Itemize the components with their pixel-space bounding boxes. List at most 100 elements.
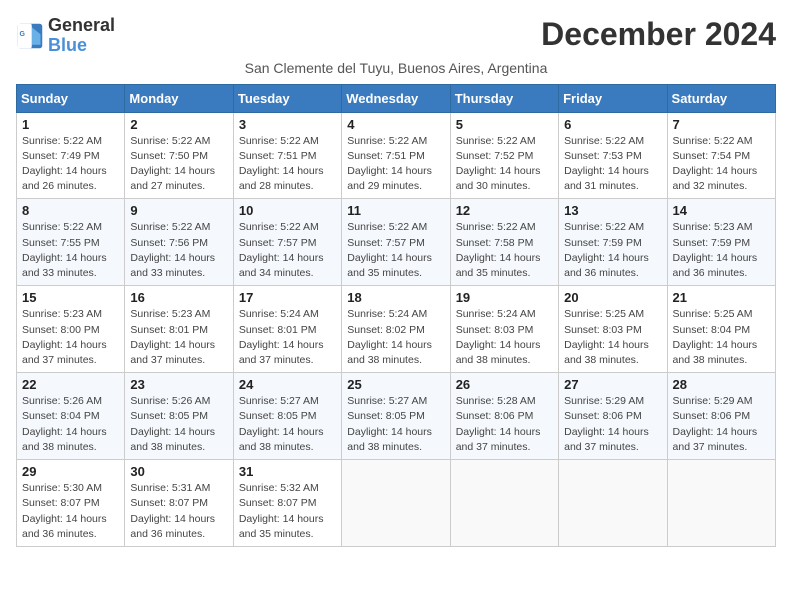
day-detail: Sunrise: 5:26 AMSunset: 8:04 PMDaylight:… [22,395,107,453]
day-number: 25 [347,377,444,392]
day-number: 1 [22,117,119,132]
col-tuesday: Tuesday [233,84,341,112]
table-row [342,460,450,547]
day-number: 7 [673,117,770,132]
day-detail: Sunrise: 5:22 AMSunset: 7:54 PMDaylight:… [673,135,758,193]
logo-text-general: General [48,16,115,36]
col-wednesday: Wednesday [342,84,450,112]
table-row [667,460,775,547]
table-row: 2 Sunrise: 5:22 AMSunset: 7:50 PMDayligh… [125,112,233,199]
day-number: 20 [564,290,661,305]
day-detail: Sunrise: 5:32 AMSunset: 8:07 PMDaylight:… [239,482,324,540]
day-detail: Sunrise: 5:29 AMSunset: 8:06 PMDaylight:… [564,395,649,453]
day-number: 16 [130,290,227,305]
table-row: 16 Sunrise: 5:23 AMSunset: 8:01 PMDaylig… [125,286,233,373]
day-number: 6 [564,117,661,132]
day-number: 10 [239,203,336,218]
day-detail: Sunrise: 5:22 AMSunset: 7:57 PMDaylight:… [347,221,432,279]
day-detail: Sunrise: 5:23 AMSunset: 7:59 PMDaylight:… [673,221,758,279]
day-detail: Sunrise: 5:25 AMSunset: 8:03 PMDaylight:… [564,308,649,366]
svg-text:G: G [20,31,26,38]
month-title: December 2024 [541,16,776,53]
day-number: 30 [130,464,227,479]
day-number: 14 [673,203,770,218]
day-detail: Sunrise: 5:22 AMSunset: 7:56 PMDaylight:… [130,221,215,279]
table-row [559,460,667,547]
calendar-table: Sunday Monday Tuesday Wednesday Thursday… [16,84,776,547]
day-detail: Sunrise: 5:25 AMSunset: 8:04 PMDaylight:… [673,308,758,366]
day-detail: Sunrise: 5:22 AMSunset: 7:59 PMDaylight:… [564,221,649,279]
table-row: 10 Sunrise: 5:22 AMSunset: 7:57 PMDaylig… [233,199,341,286]
table-row: 30 Sunrise: 5:31 AMSunset: 8:07 PMDaylig… [125,460,233,547]
table-row: 23 Sunrise: 5:26 AMSunset: 8:05 PMDaylig… [125,373,233,460]
calendar-week-row: 1 Sunrise: 5:22 AMSunset: 7:49 PMDayligh… [17,112,776,199]
table-row: 25 Sunrise: 5:27 AMSunset: 8:05 PMDaylig… [342,373,450,460]
table-row: 28 Sunrise: 5:29 AMSunset: 8:06 PMDaylig… [667,373,775,460]
day-detail: Sunrise: 5:22 AMSunset: 7:53 PMDaylight:… [564,135,649,193]
table-row: 9 Sunrise: 5:22 AMSunset: 7:56 PMDayligh… [125,199,233,286]
col-monday: Monday [125,84,233,112]
table-row: 4 Sunrise: 5:22 AMSunset: 7:51 PMDayligh… [342,112,450,199]
day-detail: Sunrise: 5:29 AMSunset: 8:06 PMDaylight:… [673,395,758,453]
table-row: 17 Sunrise: 5:24 AMSunset: 8:01 PMDaylig… [233,286,341,373]
calendar-week-row: 15 Sunrise: 5:23 AMSunset: 8:00 PMDaylig… [17,286,776,373]
table-row: 19 Sunrise: 5:24 AMSunset: 8:03 PMDaylig… [450,286,558,373]
col-sunday: Sunday [17,84,125,112]
table-row [450,460,558,547]
day-number: 15 [22,290,119,305]
day-number: 9 [130,203,227,218]
table-row: 15 Sunrise: 5:23 AMSunset: 8:00 PMDaylig… [17,286,125,373]
logo-text-blue: Blue [48,36,115,56]
table-row: 13 Sunrise: 5:22 AMSunset: 7:59 PMDaylig… [559,199,667,286]
day-number: 3 [239,117,336,132]
table-row: 7 Sunrise: 5:22 AMSunset: 7:54 PMDayligh… [667,112,775,199]
day-detail: Sunrise: 5:27 AMSunset: 8:05 PMDaylight:… [347,395,432,453]
table-row: 1 Sunrise: 5:22 AMSunset: 7:49 PMDayligh… [17,112,125,199]
table-row: 20 Sunrise: 5:25 AMSunset: 8:03 PMDaylig… [559,286,667,373]
day-detail: Sunrise: 5:23 AMSunset: 8:00 PMDaylight:… [22,308,107,366]
day-detail: Sunrise: 5:22 AMSunset: 7:52 PMDaylight:… [456,135,541,193]
day-number: 2 [130,117,227,132]
day-number: 27 [564,377,661,392]
day-detail: Sunrise: 5:31 AMSunset: 8:07 PMDaylight:… [130,482,215,540]
day-detail: Sunrise: 5:28 AMSunset: 8:06 PMDaylight:… [456,395,541,453]
table-row: 14 Sunrise: 5:23 AMSunset: 7:59 PMDaylig… [667,199,775,286]
day-detail: Sunrise: 5:22 AMSunset: 7:50 PMDaylight:… [130,135,215,193]
table-row: 11 Sunrise: 5:22 AMSunset: 7:57 PMDaylig… [342,199,450,286]
table-row: 6 Sunrise: 5:22 AMSunset: 7:53 PMDayligh… [559,112,667,199]
day-detail: Sunrise: 5:24 AMSunset: 8:01 PMDaylight:… [239,308,324,366]
day-detail: Sunrise: 5:22 AMSunset: 7:51 PMDaylight:… [347,135,432,193]
day-number: 17 [239,290,336,305]
col-thursday: Thursday [450,84,558,112]
col-friday: Friday [559,84,667,112]
logo: G General Blue [16,16,115,56]
header-row: Sunday Monday Tuesday Wednesday Thursday… [17,84,776,112]
day-detail: Sunrise: 5:22 AMSunset: 7:58 PMDaylight:… [456,221,541,279]
day-detail: Sunrise: 5:24 AMSunset: 8:03 PMDaylight:… [456,308,541,366]
day-number: 21 [673,290,770,305]
day-number: 24 [239,377,336,392]
day-detail: Sunrise: 5:23 AMSunset: 8:01 PMDaylight:… [130,308,215,366]
day-number: 26 [456,377,553,392]
day-number: 19 [456,290,553,305]
day-detail: Sunrise: 5:22 AMSunset: 7:55 PMDaylight:… [22,221,107,279]
table-row: 24 Sunrise: 5:27 AMSunset: 8:05 PMDaylig… [233,373,341,460]
table-row: 22 Sunrise: 5:26 AMSunset: 8:04 PMDaylig… [17,373,125,460]
day-number: 4 [347,117,444,132]
page-header: G General Blue December 2024 [16,16,776,56]
table-row: 12 Sunrise: 5:22 AMSunset: 7:58 PMDaylig… [450,199,558,286]
day-number: 31 [239,464,336,479]
table-row: 5 Sunrise: 5:22 AMSunset: 7:52 PMDayligh… [450,112,558,199]
table-row: 29 Sunrise: 5:30 AMSunset: 8:07 PMDaylig… [17,460,125,547]
table-row: 31 Sunrise: 5:32 AMSunset: 8:07 PMDaylig… [233,460,341,547]
table-row: 3 Sunrise: 5:22 AMSunset: 7:51 PMDayligh… [233,112,341,199]
logo-icon: G [16,22,44,50]
day-number: 12 [456,203,553,218]
day-number: 13 [564,203,661,218]
calendar-week-row: 8 Sunrise: 5:22 AMSunset: 7:55 PMDayligh… [17,199,776,286]
day-number: 8 [22,203,119,218]
day-detail: Sunrise: 5:30 AMSunset: 8:07 PMDaylight:… [22,482,107,540]
day-detail: Sunrise: 5:26 AMSunset: 8:05 PMDaylight:… [130,395,215,453]
day-number: 28 [673,377,770,392]
col-saturday: Saturday [667,84,775,112]
